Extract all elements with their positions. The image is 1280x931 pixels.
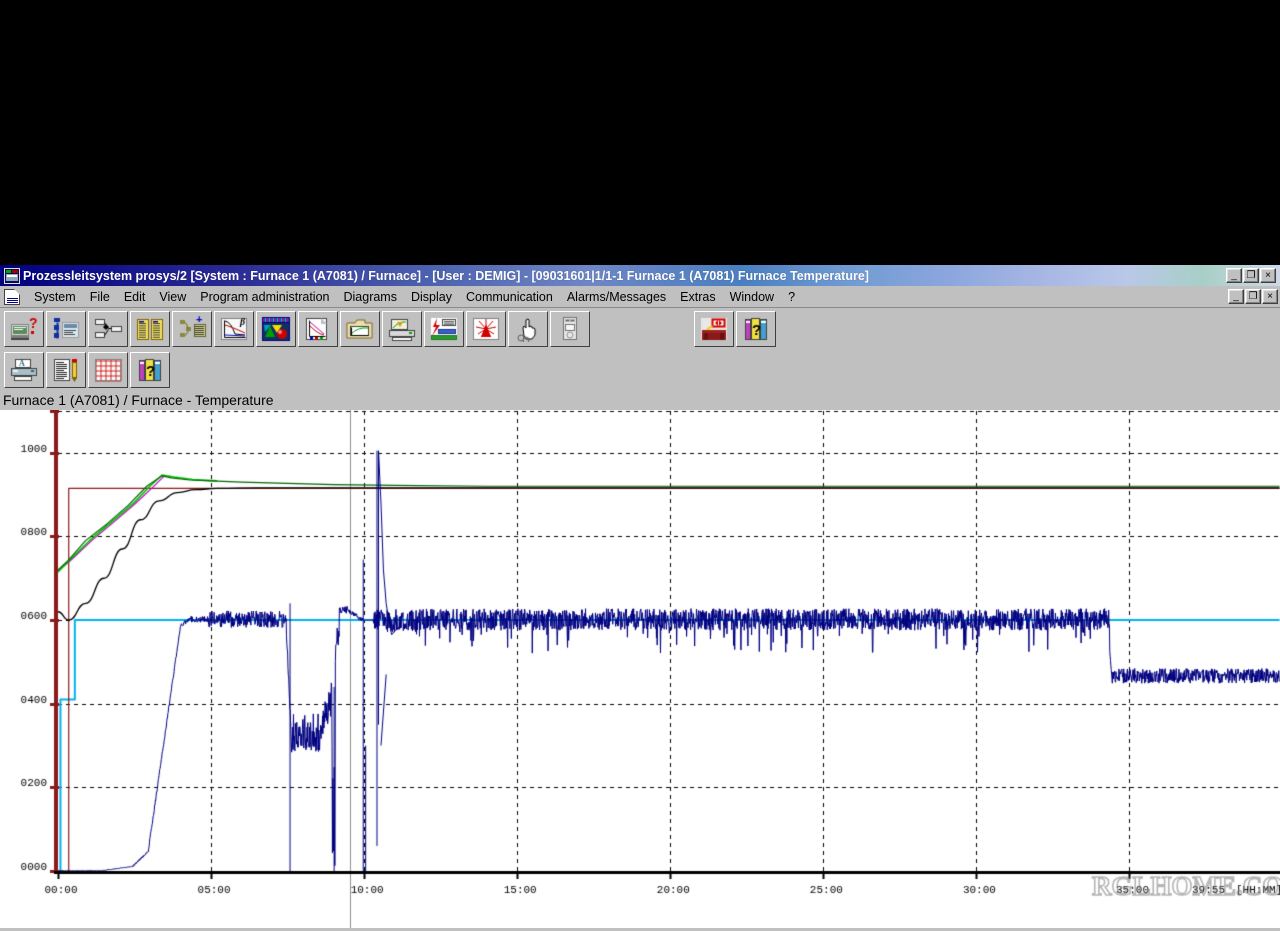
chart-page-icon <box>303 316 333 342</box>
menu-item-display[interactable]: Display <box>404 288 459 306</box>
protocol-edit-button[interactable] <box>46 352 86 388</box>
hand-pointer-icon <box>513 316 543 342</box>
program-list-button[interactable] <box>130 311 170 347</box>
color-palette-icon <box>261 316 291 342</box>
restore-button[interactable]: ❐ <box>1243 268 1259 283</box>
color-display-button[interactable] <box>256 311 296 347</box>
menu-bar: System File Edit View Program administra… <box>0 286 1280 308</box>
minimize-button[interactable]: _ <box>1226 268 1242 283</box>
chart-printer-icon <box>387 316 417 342</box>
program-edit-button[interactable] <box>172 311 212 347</box>
window-controls: _ ❐ × <box>1226 268 1278 283</box>
window-title-bar: Prozessleitsystem prosys/2 [System : Fur… <box>0 265 1280 286</box>
chart-print-button[interactable] <box>382 311 422 347</box>
toolbar-separator <box>592 311 692 347</box>
curve-beta-button[interactable] <box>214 311 254 347</box>
menu-item-communication[interactable]: Communication <box>459 288 560 306</box>
application-window: Prozessleitsystem prosys/2 [System : Fur… <box>0 265 1280 931</box>
document-pencil-icon <box>51 357 81 383</box>
chart-open-button[interactable] <box>340 311 380 347</box>
menu-item-edit[interactable]: Edit <box>117 288 153 306</box>
chart-area[interactable] <box>0 410 1280 928</box>
hand-select-button[interactable] <box>508 311 548 347</box>
two-yellow-notes-icon <box>135 316 165 342</box>
menu-item-file[interactable]: File <box>83 288 117 306</box>
grid-table-button[interactable] <box>88 352 128 388</box>
batch-report-button[interactable] <box>424 311 464 347</box>
workbench-button[interactable] <box>694 311 734 347</box>
curve-beta-icon <box>219 316 249 342</box>
menu-item-system[interactable]: System <box>27 288 83 306</box>
menu-item-diagrams[interactable]: Diagrams <box>336 288 404 306</box>
desk-red-icon <box>699 316 729 342</box>
process-flow-button[interactable] <box>88 311 128 347</box>
close-button[interactable]: × <box>1260 268 1276 283</box>
chart-toolbar <box>0 350 1280 390</box>
menu-item-window[interactable]: Window <box>723 288 781 306</box>
books-question-icon <box>741 316 771 342</box>
lightning-report-icon <box>429 316 459 342</box>
menu-item-alarms-messages[interactable]: Alarms/Messages <box>560 288 673 306</box>
prosys-app-icon[interactable] <box>4 268 20 284</box>
chart-folder-icon <box>345 316 375 342</box>
plant-overview-button[interactable] <box>46 311 86 347</box>
menu-item-extras[interactable]: Extras <box>673 288 722 306</box>
red-grid-icon <box>93 357 123 383</box>
red-alarm-icon <box>471 316 501 342</box>
device-button[interactable] <box>550 311 590 347</box>
system-help-button[interactable] <box>4 311 44 347</box>
device-panel-icon <box>555 316 585 342</box>
mdi-minimize-button[interactable]: _ <box>1228 289 1244 304</box>
plant-tree-icon <box>51 316 81 342</box>
menu-item-program-administration[interactable]: Program administration <box>193 288 336 306</box>
menu-item-help[interactable]: ? <box>781 288 802 306</box>
help-books-button[interactable] <box>736 311 776 347</box>
print-button[interactable] <box>4 352 44 388</box>
node-edit-icon <box>177 316 207 342</box>
menu-item-view[interactable]: View <box>152 288 193 306</box>
alarm-button[interactable] <box>466 311 506 347</box>
help-button[interactable] <box>130 352 170 388</box>
books-question-icon <box>135 357 165 383</box>
main-toolbar <box>0 308 1280 350</box>
mdi-close-button[interactable]: × <box>1262 289 1278 304</box>
mdi-document-icon[interactable] <box>4 289 20 305</box>
mdi-window-controls: _ ❐ × <box>1228 289 1280 304</box>
flowchart-icon <box>93 316 123 342</box>
window-title: Prozessleitsystem prosys/2 [System : Fur… <box>23 269 869 283</box>
temperature-trend-chart[interactable] <box>0 410 1280 928</box>
printer-icon <box>9 357 39 383</box>
chart-title: Furnace 1 (A7081) / Furnace - Temperatur… <box>0 390 1280 410</box>
chart-document-button[interactable] <box>298 311 338 347</box>
monitor-question-icon <box>9 316 39 342</box>
mdi-restore-button[interactable]: ❐ <box>1245 289 1261 304</box>
